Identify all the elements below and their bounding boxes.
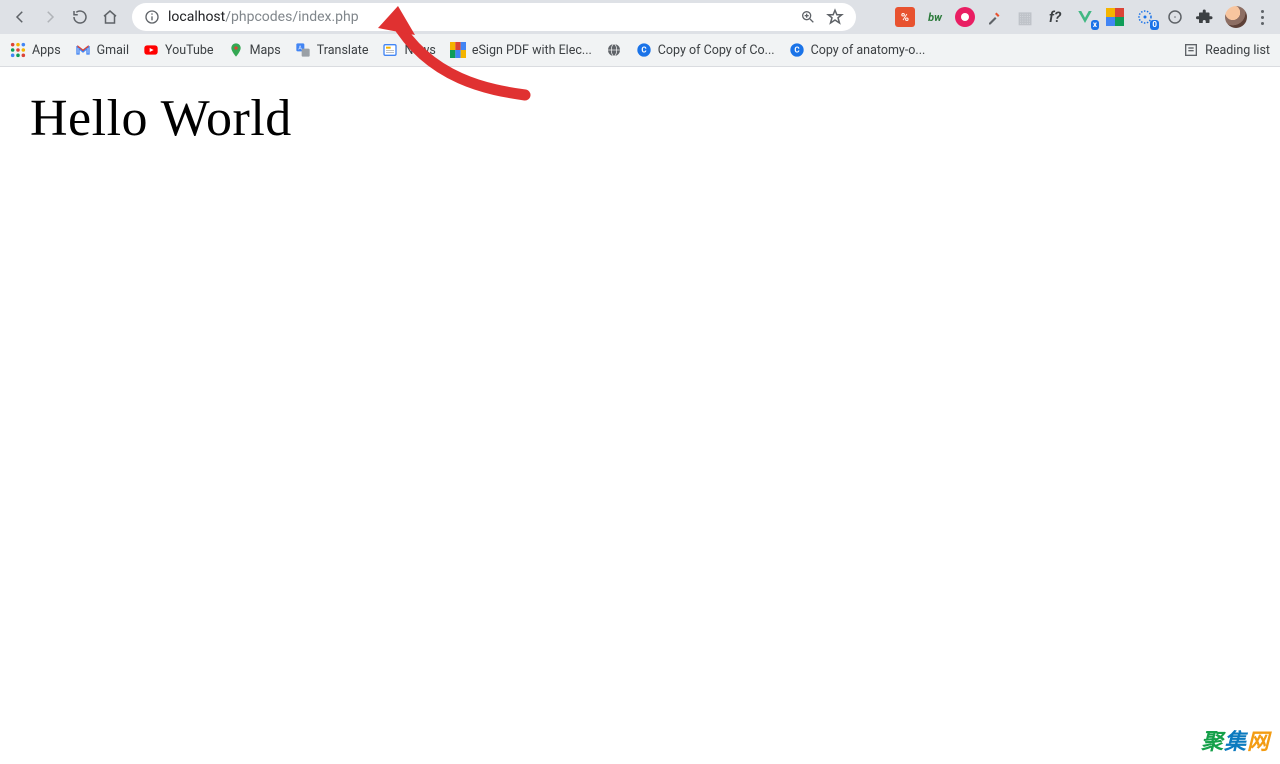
globe-icon <box>606 42 622 58</box>
bookmark-label: Maps <box>250 43 281 58</box>
news-icon <box>382 42 398 58</box>
bookmark-label: Apps <box>32 43 61 58</box>
esign-icon <box>450 42 466 58</box>
gmail-icon <box>75 42 91 58</box>
ext-pixel-icon[interactable] <box>1105 7 1125 27</box>
bookmark-label: Gmail <box>97 43 129 58</box>
bookmark-news[interactable]: News <box>382 42 435 58</box>
ext-puzzle-icon[interactable] <box>1195 7 1215 27</box>
ext-zoho-icon[interactable]: % <box>895 7 915 27</box>
apps-icon <box>10 42 26 58</box>
zoom-icon[interactable] <box>800 9 816 25</box>
url-text: localhost/phpcodes/index.php <box>168 9 359 25</box>
ext-react-icon[interactable]: 0 <box>1135 7 1155 27</box>
reading-list-icon <box>1183 42 1199 58</box>
bookmark-gmail[interactable]: Gmail <box>75 42 129 58</box>
ext-record-icon[interactable] <box>955 7 975 27</box>
page-content: Hello World <box>0 67 1280 170</box>
bookmark-coda-1[interactable]: C Copy of Copy of Co... <box>636 42 775 58</box>
reading-list-label: Reading list <box>1205 43 1270 58</box>
svg-text:C: C <box>641 46 646 55</box>
svg-text:A: A <box>298 45 302 51</box>
extensions-strip: % bw ▦ f? x 0 <box>895 6 1274 29</box>
ext-vue-icon[interactable]: x <box>1075 7 1095 27</box>
address-bar[interactable]: localhost/phpcodes/index.php <box>132 3 856 31</box>
bookmark-apps[interactable]: Apps <box>10 42 61 58</box>
arrow-right-icon <box>41 8 59 26</box>
ext-buildwith-icon[interactable]: bw <box>925 7 945 27</box>
browser-toolbar: localhost/phpcodes/index.php % bw ▦ f? x… <box>0 0 1280 34</box>
bookmark-star-icon[interactable] <box>826 8 844 26</box>
bookmark-label: Translate <box>317 43 369 58</box>
translate-icon: A <box>295 42 311 58</box>
forward-button[interactable] <box>36 3 64 31</box>
youtube-icon <box>143 42 159 58</box>
url-path: /phpcodes/index.php <box>225 9 358 25</box>
svg-text:C: C <box>794 46 799 55</box>
reload-button[interactable] <box>66 3 94 31</box>
site-info-icon[interactable] <box>144 9 160 25</box>
addr-actions <box>800 8 844 26</box>
chrome-menu-button[interactable] <box>1257 6 1268 29</box>
maps-icon <box>228 42 244 58</box>
arrow-left-icon <box>11 8 29 26</box>
bookmark-globe[interactable] <box>606 42 622 58</box>
ext-grid-icon[interactable]: ▦ <box>1015 7 1035 27</box>
bookmarks-bar: Apps Gmail YouTube Maps A Translate News <box>0 34 1280 67</box>
home-button[interactable] <box>96 3 124 31</box>
bookmark-youtube[interactable]: YouTube <box>143 42 214 58</box>
bookmark-esign[interactable]: eSign PDF with Elec... <box>450 42 592 58</box>
coda-icon: C <box>636 42 652 58</box>
bookmark-label: eSign PDF with Elec... <box>472 43 592 58</box>
reload-icon <box>71 8 89 26</box>
ext-eyedropper-icon[interactable] <box>985 7 1005 27</box>
bookmark-translate[interactable]: A Translate <box>295 42 369 58</box>
back-button[interactable] <box>6 3 34 31</box>
bookmark-coda-2[interactable]: C Copy of anatomy-o... <box>789 42 926 58</box>
reading-list-button[interactable]: Reading list <box>1183 42 1270 58</box>
bookmark-maps[interactable]: Maps <box>228 42 281 58</box>
coda-icon: C <box>789 42 805 58</box>
bookmark-label: Copy of Copy of Co... <box>658 43 775 58</box>
watermark: 聚集网 <box>1201 724 1270 756</box>
bookmark-label: Copy of anatomy-o... <box>811 43 926 58</box>
bookmark-label: YouTube <box>165 43 214 58</box>
profile-avatar-icon[interactable] <box>1225 6 1247 28</box>
ext-circle-icon[interactable] <box>1165 7 1185 27</box>
home-icon <box>101 8 119 26</box>
url-host: localhost <box>168 9 225 25</box>
page-heading: Hello World <box>30 89 1250 148</box>
bookmark-label: News <box>404 43 435 58</box>
ext-whatfont-icon[interactable]: f? <box>1045 7 1065 27</box>
